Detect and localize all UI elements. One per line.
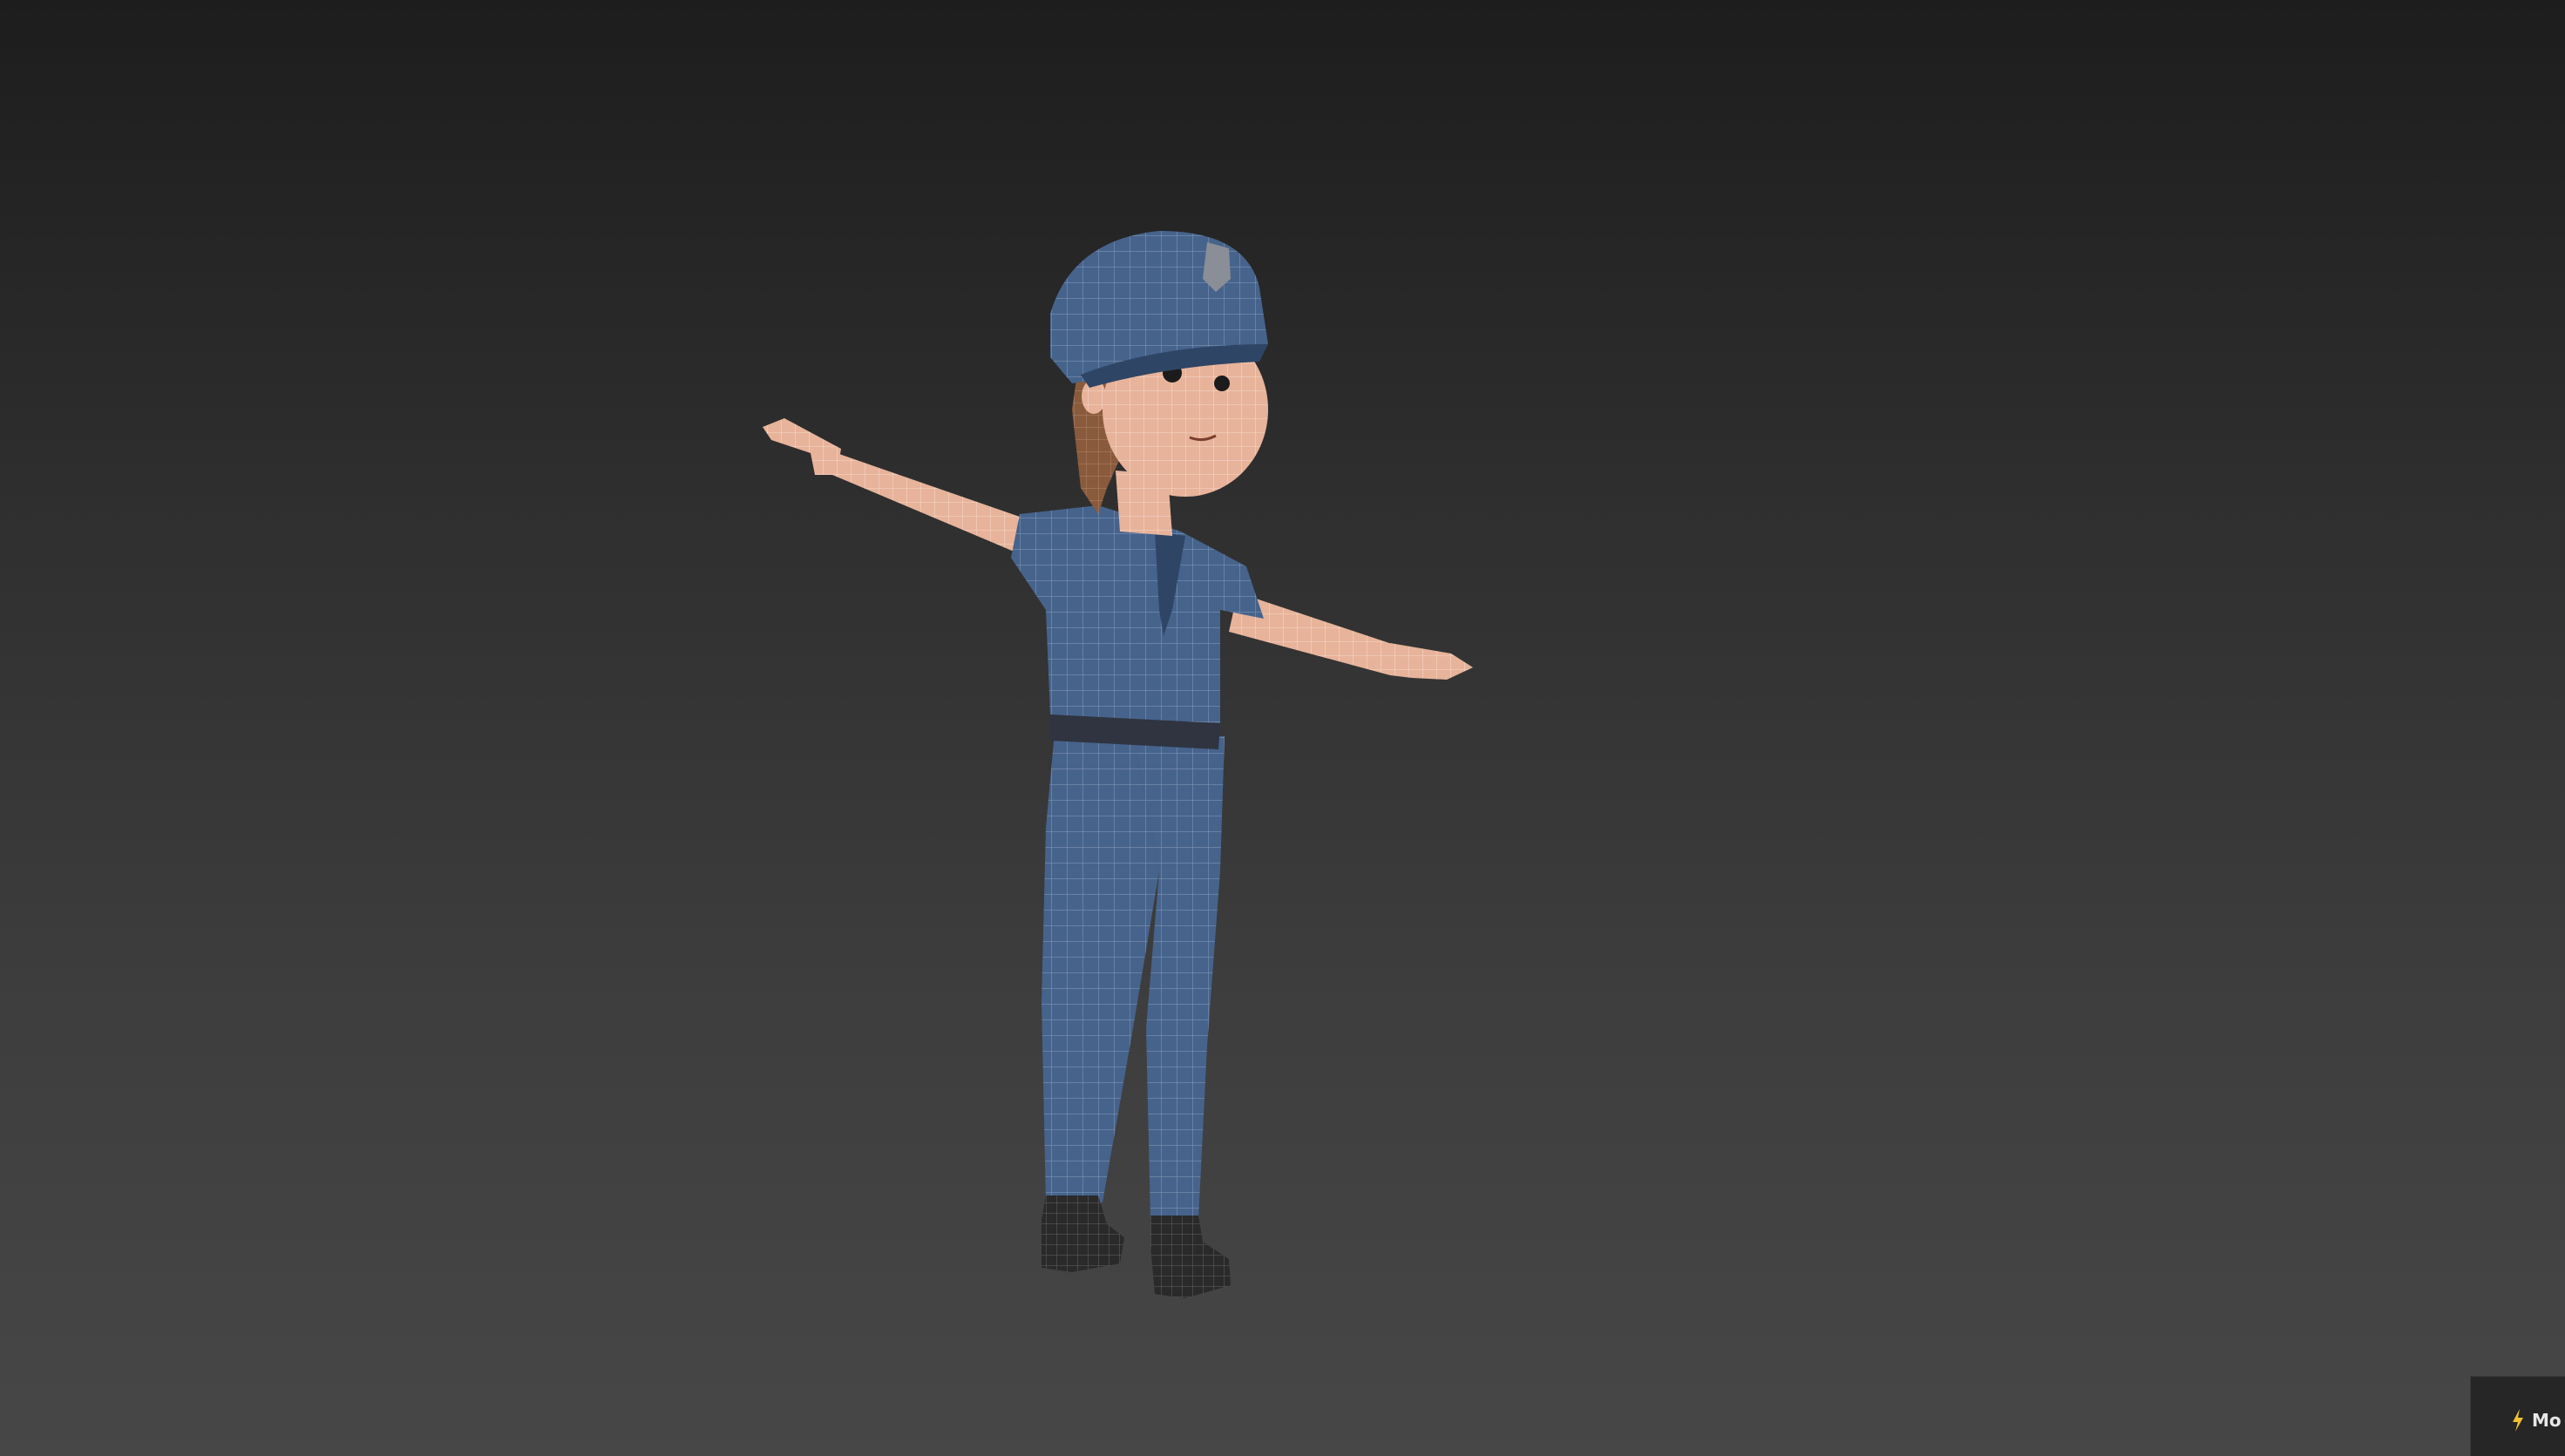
left-hand	[763, 418, 841, 475]
left-arm	[832, 453, 1037, 558]
widget-label: Mo	[2532, 1409, 2562, 1431]
right-boot	[1150, 1216, 1231, 1298]
3d-viewport[interactable]: Mo	[0, 0, 2565, 1456]
torso-shirt	[1011, 505, 1264, 723]
right-eye	[1214, 376, 1230, 391]
status-widget[interactable]: Mo	[2470, 1376, 2565, 1456]
lightning-icon	[2513, 1408, 2523, 1432]
left-leg	[1042, 732, 1159, 1202]
right-hand	[1390, 643, 1473, 680]
character-model[interactable]	[0, 0, 2565, 1456]
left-boot	[1042, 1195, 1124, 1272]
